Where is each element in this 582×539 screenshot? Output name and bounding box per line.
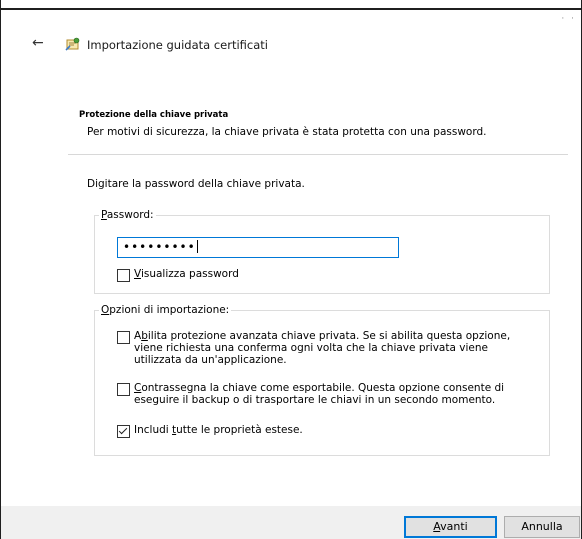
section-title: Protezione della chiave privata — [79, 110, 229, 120]
instruction-text: Digitare la password della chiave privat… — [87, 178, 305, 190]
show-password-option[interactable]: Visualizza password — [117, 268, 239, 282]
strong-protection-checkbox[interactable] — [117, 331, 130, 344]
exportable-key-option[interactable]: Contrassegna la chiave come esportabile.… — [117, 382, 537, 406]
section-subtitle: Per motivi di sicurezza, la chiave priva… — [87, 126, 487, 138]
window-top-border — [0, 0, 582, 10]
text-caret — [196, 240, 198, 253]
next-button[interactable]: Avanti — [404, 516, 497, 538]
extended-properties-option[interactable]: Includi tutte le proprietà estese. — [117, 424, 537, 438]
password-group: Password: ••••••••• Visualizza password — [94, 209, 550, 294]
show-password-label: Visualizza password — [134, 268, 239, 280]
import-options-legend: Opzioni di importazione: — [101, 304, 230, 316]
header-separator — [68, 154, 568, 155]
back-button[interactable]: ← — [32, 36, 46, 50]
password-input[interactable]: ••••••••• — [117, 237, 399, 258]
wizard-title: Importazione guidata certificati — [87, 38, 268, 52]
strong-protection-label: Abilita protezione avanzata chiave priva… — [134, 330, 511, 366]
strong-protection-option[interactable]: Abilita protezione avanzata chiave priva… — [117, 330, 537, 366]
corner-indicator: · · — [561, 14, 576, 24]
cancel-button[interactable]: Annulla — [504, 516, 580, 538]
password-legend: Password: — [101, 209, 154, 221]
import-options-group: Opzioni di importazione: Abilita protezi… — [94, 304, 550, 456]
show-password-checkbox[interactable] — [117, 269, 130, 282]
certificate-wizard-icon — [65, 37, 80, 51]
window-left-border — [0, 0, 1, 539]
certificate-import-wizard: · · ← Importazione guidata certificati P… — [0, 0, 582, 539]
back-arrow-icon: ← — [32, 35, 44, 51]
extended-properties-label: Includi tutte le proprietà estese. — [134, 424, 303, 436]
extended-properties-checkbox[interactable] — [117, 425, 130, 438]
exportable-key-checkbox[interactable] — [117, 383, 130, 396]
exportable-key-label: Contrassegna la chiave come esportabile.… — [134, 382, 505, 406]
